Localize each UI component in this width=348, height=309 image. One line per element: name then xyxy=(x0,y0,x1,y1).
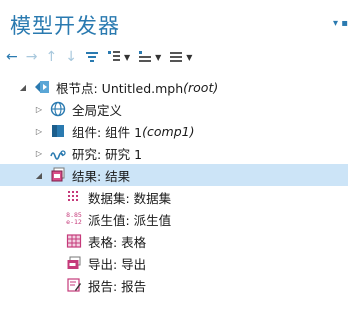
panel-controls[interactable]: ▾ ▪ xyxy=(333,18,348,29)
tree-node-derived-values[interactable]: 8.85 e-12 派生值: 派生值 xyxy=(0,208,348,230)
tree-node-results[interactable]: ◢ 结果: 结果 xyxy=(0,164,348,186)
global-definitions-label: 全局定义 xyxy=(72,102,123,118)
tree-node-component[interactable]: ▷ 组件: 组件 1 (comp1) xyxy=(0,120,348,142)
dropdown-caret-icon[interactable]: ▼ xyxy=(186,53,192,62)
component-label: 组件: 组件 1 xyxy=(72,124,143,140)
root-label: 根节点: Untitled.mph xyxy=(56,80,184,96)
dropdown-caret-icon[interactable]: ▼ xyxy=(155,53,161,62)
up-arrow-icon[interactable]: ↑ xyxy=(45,48,57,66)
forward-arrow-icon[interactable]: → xyxy=(26,48,38,66)
tree-node-root[interactable]: ◢ 根节点: Untitled.mph (root) xyxy=(0,76,348,98)
back-arrow-icon[interactable]: ← xyxy=(6,48,18,66)
derived-values-icon-bottom: e-12 xyxy=(66,218,82,226)
model-tree: ◢ 根节点: Untitled.mph (root) ▷ 全局定义 ▷ 组件: … xyxy=(0,76,348,296)
derived-values-icon: 8.85 e-12 xyxy=(66,211,82,227)
component-tag: (comp1) xyxy=(142,123,195,139)
tree-node-global-definitions[interactable]: ▷ 全局定义 xyxy=(0,98,348,120)
expand-triangle-icon[interactable]: ▷ xyxy=(34,149,44,158)
tree-node-tables[interactable]: 表格: 表格 xyxy=(0,230,348,252)
tree-node-report[interactable]: 报告: 报告 xyxy=(0,274,348,296)
collapse-all-button[interactable]: ▼ xyxy=(138,48,161,66)
collapse-tree-icon xyxy=(139,51,152,62)
expand-triangle-icon[interactable]: ▷ xyxy=(34,105,44,114)
study-label: 研究: 研究 1 xyxy=(72,146,143,162)
toolbar: ← → ↑ ↓ ▼ ▼ ▼ xyxy=(6,48,200,66)
export-label: 导出: 导出 xyxy=(88,256,147,272)
results-icon xyxy=(50,167,66,183)
results-label: 结果: 结果 xyxy=(72,168,131,184)
expand-triangle-icon[interactable]: ▷ xyxy=(34,127,44,136)
report-label: 报告: 报告 xyxy=(88,278,147,294)
expand-tree-icon xyxy=(107,51,120,61)
panel-title: 模型开发器 xyxy=(10,14,120,38)
dataset-grid-icon xyxy=(66,189,82,205)
table-icon xyxy=(66,233,82,249)
component-icon xyxy=(50,123,66,139)
list-options-icon xyxy=(170,52,183,62)
root-tag: (root) xyxy=(183,79,219,95)
show-more-button[interactable]: ▼ xyxy=(169,48,192,66)
filter-icon xyxy=(85,52,98,62)
expand-all-button[interactable]: ▼ xyxy=(107,48,130,66)
datasets-label: 数据集: 数据集 xyxy=(88,190,172,206)
tree-node-export[interactable]: 导出: 导出 xyxy=(0,252,348,274)
tree-node-datasets[interactable]: 数据集: 数据集 xyxy=(0,186,348,208)
tables-label: 表格: 表格 xyxy=(88,234,147,250)
export-icon xyxy=(66,255,82,271)
collapse-triangle-icon[interactable]: ◢ xyxy=(34,171,44,180)
root-node-icon xyxy=(34,79,50,95)
globe-icon xyxy=(50,101,66,117)
tree-node-study[interactable]: ▷ 研究: 研究 1 xyxy=(0,142,348,164)
filter-button[interactable] xyxy=(85,48,99,66)
dropdown-caret-icon[interactable]: ▼ xyxy=(124,53,130,62)
derived-values-label: 派生值: 派生值 xyxy=(88,212,172,228)
down-arrow-icon[interactable]: ↓ xyxy=(65,48,77,66)
study-icon xyxy=(50,145,66,161)
collapse-triangle-icon[interactable]: ◢ xyxy=(18,83,28,92)
report-icon xyxy=(66,277,82,293)
